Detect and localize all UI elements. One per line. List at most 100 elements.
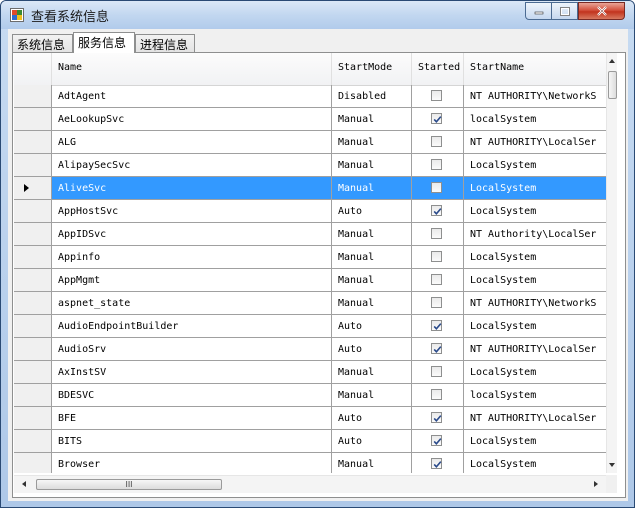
started-checkbox[interactable] xyxy=(431,366,442,377)
cell-startmode[interactable]: Manual xyxy=(332,131,412,154)
column-header-name[interactable]: Name xyxy=(52,53,332,85)
cell-startmode[interactable]: Auto xyxy=(332,338,412,361)
cell-started[interactable] xyxy=(412,108,464,131)
row-header[interactable] xyxy=(14,177,52,200)
cell-startmode[interactable]: Manual xyxy=(332,292,412,315)
row-header[interactable] xyxy=(14,269,52,292)
table-row[interactable]: AppMgmt Manual LocalSystem xyxy=(14,269,606,292)
cell-name[interactable]: AliveSvc xyxy=(52,177,332,200)
cell-started[interactable] xyxy=(412,361,464,384)
row-header[interactable] xyxy=(14,453,52,473)
column-header-startname[interactable]: StartName xyxy=(464,53,606,85)
row-header[interactable] xyxy=(14,200,52,223)
cell-started[interactable] xyxy=(412,292,464,315)
cell-startname[interactable]: LocalSystem xyxy=(464,430,606,453)
cell-name[interactable]: AdtAgent xyxy=(52,85,332,108)
started-checkbox[interactable] xyxy=(431,343,442,354)
cell-startname[interactable]: NT AUTHORITY\LocalSer xyxy=(464,338,606,361)
started-checkbox[interactable] xyxy=(431,458,442,469)
column-header-started[interactable]: Started xyxy=(412,53,464,85)
cell-name[interactable]: BDESVC xyxy=(52,384,332,407)
table-row[interactable]: Appinfo Manual LocalSystem xyxy=(14,246,606,269)
row-header[interactable] xyxy=(14,131,52,154)
cell-startname[interactable]: NT AUTHORITY\LocalSer xyxy=(464,131,606,154)
table-row[interactable]: AxInstSV Manual LocalSystem xyxy=(14,361,606,384)
row-header[interactable] xyxy=(14,338,52,361)
table-row[interactable]: AliveSvc Manual LocalSystem xyxy=(14,177,606,200)
row-header[interactable] xyxy=(14,108,52,131)
cell-name[interactable]: ALG xyxy=(52,131,332,154)
cell-name[interactable]: AudioEndpointBuilder xyxy=(52,315,332,338)
tab-system-info[interactable]: 系统信息 xyxy=(12,34,73,52)
close-button[interactable] xyxy=(578,2,625,20)
row-header[interactable] xyxy=(14,223,52,246)
cell-startname[interactable]: LocalSystem xyxy=(464,200,606,223)
cell-startname[interactable]: NT Authority\LocalSer xyxy=(464,223,606,246)
cell-startname[interactable]: NT AUTHORITY\NetworkS xyxy=(464,85,606,108)
cell-startmode[interactable]: Manual xyxy=(332,223,412,246)
cell-name[interactable]: aspnet_state xyxy=(52,292,332,315)
cell-name[interactable]: AxInstSV xyxy=(52,361,332,384)
vertical-scrollbar[interactable] xyxy=(606,53,617,473)
cell-started[interactable] xyxy=(412,200,464,223)
row-header[interactable] xyxy=(14,361,52,384)
maximize-button[interactable] xyxy=(552,2,578,20)
started-checkbox[interactable] xyxy=(431,389,442,400)
cell-started[interactable] xyxy=(412,246,464,269)
cell-started[interactable] xyxy=(412,85,464,108)
started-checkbox[interactable] xyxy=(431,274,442,285)
cell-name[interactable]: Browser xyxy=(52,453,332,473)
started-checkbox[interactable] xyxy=(431,205,442,216)
scroll-down-icon[interactable] xyxy=(609,463,615,467)
started-checkbox[interactable] xyxy=(431,113,442,124)
cell-name[interactable]: AppIDSvc xyxy=(52,223,332,246)
cell-startmode[interactable]: Manual xyxy=(332,269,412,292)
services-grid[interactable]: Name StartMode Started StartName AdtAgen… xyxy=(14,53,617,473)
cell-startmode[interactable]: Manual xyxy=(332,453,412,473)
cell-startname[interactable]: LocalSystem xyxy=(464,361,606,384)
scroll-right-icon[interactable] xyxy=(594,481,598,487)
row-header[interactable] xyxy=(14,292,52,315)
cell-startname[interactable]: localSystem xyxy=(464,108,606,131)
cell-startname[interactable]: LocalSystem xyxy=(464,246,606,269)
cell-started[interactable] xyxy=(412,315,464,338)
table-row[interactable]: ALG Manual NT AUTHORITY\LocalSer xyxy=(14,131,606,154)
cell-startmode[interactable]: Auto xyxy=(332,430,412,453)
started-checkbox[interactable] xyxy=(431,228,442,239)
cell-startname[interactable]: NT AUTHORITY\LocalSer xyxy=(464,407,606,430)
cell-name[interactable]: AudioSrv xyxy=(52,338,332,361)
cell-name[interactable]: AppHostSvc xyxy=(52,200,332,223)
cell-started[interactable] xyxy=(412,407,464,430)
cell-startname[interactable]: LocalSystem xyxy=(464,453,606,473)
cell-started[interactable] xyxy=(412,430,464,453)
started-checkbox[interactable] xyxy=(431,435,442,446)
horizontal-scrollbar[interactable]: III xyxy=(14,475,606,493)
column-header-startmode[interactable]: StartMode xyxy=(332,53,412,85)
horizontal-scroll-thumb[interactable]: III xyxy=(36,479,222,490)
cell-name[interactable]: BFE xyxy=(52,407,332,430)
cell-startmode[interactable]: Manual xyxy=(332,246,412,269)
cell-name[interactable]: AlipaySecSvc xyxy=(52,154,332,177)
minimize-button[interactable] xyxy=(525,2,552,20)
cell-started[interactable] xyxy=(412,453,464,473)
table-row[interactable]: AeLookupSvc Manual localSystem xyxy=(14,108,606,131)
cell-startmode[interactable]: Auto xyxy=(332,200,412,223)
tab-service-info[interactable]: 服务信息 xyxy=(73,32,135,53)
table-row[interactable]: aspnet_state Manual NT AUTHORITY\NetworkS xyxy=(14,292,606,315)
cell-name[interactable]: Appinfo xyxy=(52,246,332,269)
cell-name[interactable]: BITS xyxy=(52,430,332,453)
table-row[interactable]: AppIDSvc Manual NT Authority\LocalSer xyxy=(14,223,606,246)
cell-started[interactable] xyxy=(412,338,464,361)
cell-startmode[interactable]: Disabled xyxy=(332,85,412,108)
cell-started[interactable] xyxy=(412,131,464,154)
cell-startname[interactable]: NT AUTHORITY\NetworkS xyxy=(464,292,606,315)
started-checkbox[interactable] xyxy=(431,159,442,170)
row-header[interactable] xyxy=(14,85,52,108)
started-checkbox[interactable] xyxy=(431,182,442,193)
started-checkbox[interactable] xyxy=(431,251,442,262)
cell-startmode[interactable]: Manual xyxy=(332,154,412,177)
cell-startmode[interactable]: Manual xyxy=(332,384,412,407)
cell-startmode[interactable]: Auto xyxy=(332,315,412,338)
tab-process-info[interactable]: 进程信息 xyxy=(135,34,195,52)
row-header[interactable] xyxy=(14,154,52,177)
